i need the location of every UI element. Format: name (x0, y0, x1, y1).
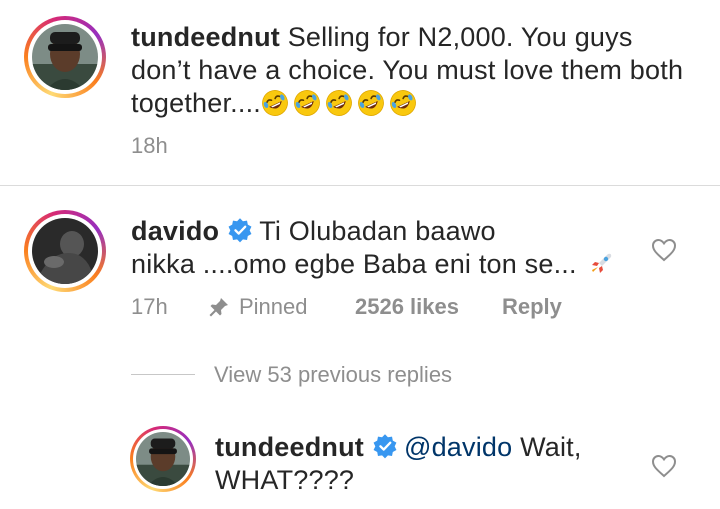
pinned-label: Pinned (239, 294, 308, 319)
reply-text-line2: WHAT???? (215, 465, 355, 495)
comment-username[interactable]: davido (131, 216, 219, 246)
rofl-emoji-icon (358, 90, 384, 116)
comment-text-line1: Ti Olubadan baawo (259, 216, 496, 246)
avatar[interactable] (136, 432, 190, 486)
reply-button[interactable]: Reply (502, 294, 562, 320)
divider (0, 185, 720, 186)
verified-badge-icon (228, 218, 252, 243)
view-previous-replies-button[interactable]: View 53 previous replies (214, 362, 452, 388)
comment-timestamp: 17h (131, 294, 168, 319)
replies-divider-line (131, 374, 195, 375)
post-caption: tundeednut Selling for N2,000. You guys … (0, 0, 720, 185)
avatar[interactable] (32, 218, 98, 284)
rofl-emoji-icon (390, 90, 416, 116)
rofl-emoji-icon (294, 90, 320, 116)
verified-badge-icon (373, 434, 397, 459)
heart-icon[interactable] (651, 454, 677, 478)
caption-text-block: tundeednut Selling for N2,000. You guys … (131, 21, 691, 120)
caption-timestamp: 18h (131, 133, 168, 158)
rocket-icon (592, 253, 612, 273)
rofl-emoji-icon (326, 90, 352, 116)
comment-text-line2: nikka ....omo egbe Baba eni ton se... (131, 249, 577, 279)
reply-username[interactable]: tundeednut (215, 432, 364, 462)
avatar[interactable] (32, 24, 98, 90)
heart-icon[interactable] (651, 238, 677, 262)
rofl-emoji-icon (262, 90, 288, 116)
reply-text-block: tundeednut @davido Wait, WHAT???? (215, 431, 635, 497)
reply-text: Wait, (520, 432, 582, 462)
caption-emojis (261, 88, 421, 118)
likes-count[interactable]: 2526 likes (355, 294, 459, 320)
comment-text-block: davido Ti Olubadan baawo nikka ....omo eg… (131, 215, 631, 281)
mention-link[interactable]: @davido (404, 432, 512, 462)
pin-icon (209, 298, 228, 317)
caption-username[interactable]: tundeednut (131, 22, 280, 52)
